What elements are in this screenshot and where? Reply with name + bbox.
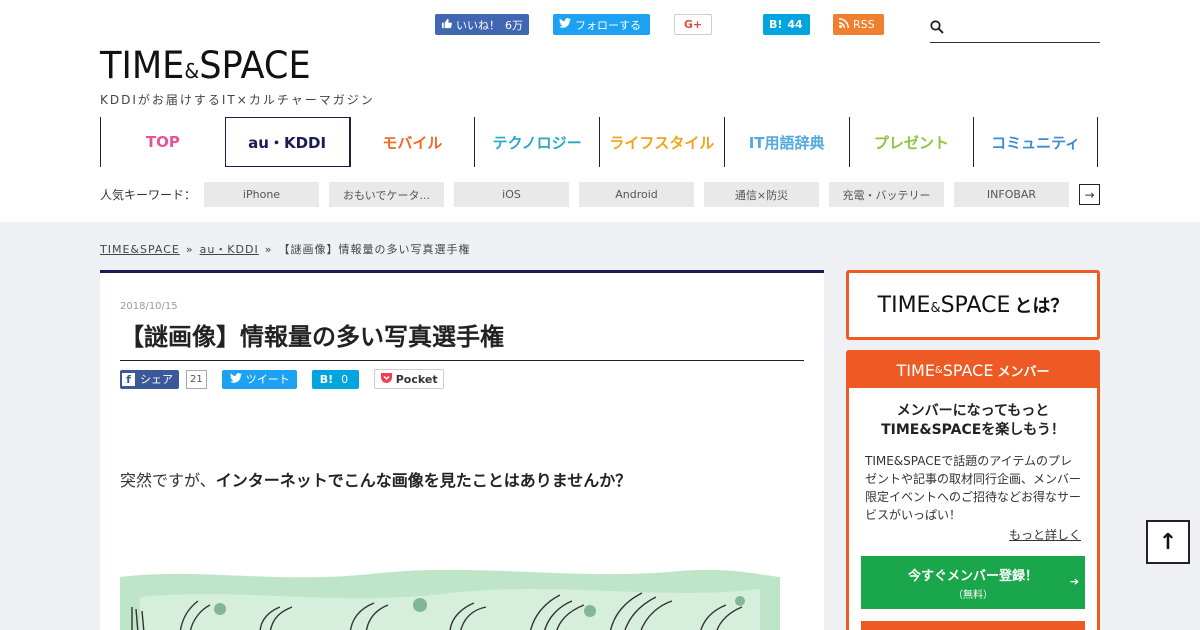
nav-item-present[interactable]: プレゼント bbox=[848, 117, 974, 167]
fb-share-label: シェア bbox=[140, 373, 173, 386]
article-date: 2018/10/15 bbox=[120, 301, 178, 312]
arrow-up-icon: ↑ bbox=[1158, 529, 1178, 555]
breadcrumb-separator: » bbox=[264, 243, 273, 256]
breadcrumb-category[interactable]: au・KDDI bbox=[200, 243, 259, 256]
nav-item-au-kddi[interactable]: au・KDDI bbox=[224, 117, 350, 167]
site-logo[interactable]: TIME&SPACE KDDIがお届けするIT×カルチャーマガジン bbox=[100, 46, 375, 108]
search-icon[interactable] bbox=[930, 19, 944, 38]
pocket-button[interactable]: Pocket bbox=[373, 369, 444, 389]
facebook-like-button[interactable]: いいね！ 6万 bbox=[435, 14, 529, 35]
member-box-header: TIME & SPACE メンバー bbox=[849, 353, 1097, 388]
pocket-icon bbox=[380, 372, 393, 387]
about-banner-title: TIME&SPACE bbox=[877, 292, 1011, 318]
twitter-bird-icon bbox=[559, 18, 571, 31]
rss-button[interactable]: RSS bbox=[833, 14, 884, 35]
global-nav: TOP au・KDDI モバイル テクノロジー ライフスタイル IT用語辞典 プ… bbox=[100, 117, 1098, 167]
main-area: TIME&SPACE » au・KDDI » 【謎画像】情報量の多い写真選手権 2018… bbox=[0, 222, 1200, 630]
hatena-share-count: 0 bbox=[341, 372, 349, 386]
hatena-icon: B! bbox=[769, 18, 783, 31]
follow-label: フォローする bbox=[575, 18, 641, 32]
breadcrumb-separator: » bbox=[185, 243, 194, 256]
breadcrumb: TIME&SPACE » au・KDDI » 【謎画像】情報量の多い写真選手権 bbox=[100, 241, 470, 257]
nav-item-community[interactable]: コミュニティ bbox=[973, 117, 1098, 167]
article-title: 【謎画像】情報量の多い写真選手権 bbox=[120, 317, 804, 361]
keyword-chip[interactable]: iPhone bbox=[204, 182, 319, 207]
member-description: TIME&SPACEで話題のアイテムのプレゼントや記事の取材同行企画、メンバー限… bbox=[865, 454, 1082, 522]
keyword-chip[interactable]: INFOBAR bbox=[954, 182, 1069, 207]
arrow-right-icon[interactable]: → bbox=[1079, 184, 1100, 205]
fb-share-count: 21 bbox=[186, 369, 207, 389]
search-box bbox=[930, 14, 1100, 43]
popular-keywords: 人気キーワード： iPhone おもいでケータ... iOS Android 通… bbox=[100, 182, 1100, 207]
keywords-label: 人気キーワード： bbox=[100, 188, 197, 202]
member-more-link[interactable]: もっと詳しく bbox=[849, 526, 1081, 543]
breadcrumb-current: 【謎画像】情報量の多い写真選手権 bbox=[278, 243, 471, 256]
keyword-chip[interactable]: 充電・バッテリー bbox=[829, 182, 944, 207]
keyword-chip[interactable]: おもいでケータ... bbox=[329, 182, 444, 207]
like-count: 6万 bbox=[505, 18, 523, 32]
site-header: いいね！ 6万 フォローする G+ B! 44 RSS TIME&SPACE K… bbox=[0, 0, 1200, 222]
pocket-label: Pocket bbox=[395, 372, 438, 386]
nav-item-it-dictionary[interactable]: IT用語辞典 bbox=[723, 117, 849, 167]
hatena-icon: B! bbox=[319, 372, 334, 386]
keyword-chip[interactable]: iOS bbox=[454, 182, 569, 207]
article-lead: 突然ですが、インターネットでこんな画像を見たことはありませんか？ bbox=[120, 471, 632, 490]
article: 2018/10/15 【謎画像】情報量の多い写真選手権 f シェア 21 ツイー… bbox=[100, 270, 824, 630]
facebook-icon: f bbox=[122, 372, 135, 386]
keyword-chip[interactable]: 通信×防災 bbox=[704, 182, 819, 207]
hatena-share-button[interactable]: B! 0 bbox=[311, 369, 359, 389]
rss-icon bbox=[839, 18, 849, 31]
member-login-button[interactable] bbox=[861, 621, 1085, 630]
nav-item-top[interactable]: TOP bbox=[100, 117, 225, 167]
tweet-label: ツイート bbox=[245, 373, 290, 386]
nav-item-technology[interactable]: テクノロジー bbox=[474, 117, 599, 167]
member-box: TIME & SPACE メンバー メンバーになってもっと TIME&SPACEを楽… bbox=[846, 350, 1100, 630]
logo-wordmark: TIME&SPACE bbox=[100, 44, 311, 87]
facebook-share-button[interactable]: f シェア bbox=[120, 369, 179, 389]
about-banner[interactable]: TIME&SPACE とは？ bbox=[846, 270, 1100, 340]
nav-item-mobile[interactable]: モバイル bbox=[349, 117, 475, 167]
register-label: 今すぐメンバー登録！ bbox=[907, 568, 1038, 584]
member-catchphrase: メンバーになってもっと TIME&SPACEを楽しもう！ bbox=[881, 403, 1065, 438]
hatena-bookmark-button[interactable]: B! 44 bbox=[763, 14, 810, 35]
twitter-follow-button[interactable]: フォローする bbox=[553, 14, 650, 35]
breadcrumb-home[interactable]: TIME&SPACE bbox=[100, 243, 180, 256]
rss-label: RSS bbox=[853, 18, 875, 31]
register-sub-label: （無料） bbox=[953, 589, 993, 601]
arrow-right-icon: ➔ bbox=[1069, 575, 1079, 588]
keyword-chip[interactable]: Android bbox=[579, 182, 694, 207]
tweet-button[interactable]: ツイート bbox=[221, 369, 297, 389]
google-plus-button[interactable]: G+ bbox=[674, 14, 712, 35]
member-register-button[interactable]: 今すぐメンバー登録！ （無料） ➔ bbox=[861, 556, 1085, 609]
share-buttons: f シェア 21 ツイート B! 0 Pocket bbox=[120, 369, 444, 389]
thumbs-up-icon bbox=[441, 18, 452, 32]
hatena-count: 44 bbox=[787, 18, 803, 31]
logo-tagline: KDDIがお届けするIT×カルチャーマガジン bbox=[100, 93, 375, 107]
nav-item-lifestyle[interactable]: ライフスタイル bbox=[599, 117, 724, 167]
page-top-button[interactable]: ↑ bbox=[1146, 520, 1190, 564]
twitter-bird-icon bbox=[229, 372, 242, 386]
article-image bbox=[120, 567, 780, 630]
like-label: いいね！ bbox=[456, 18, 500, 32]
about-banner-suffix: とは？ bbox=[1014, 296, 1069, 317]
search-input[interactable] bbox=[952, 21, 1092, 35]
google-plus-icon: G+ bbox=[683, 18, 703, 31]
